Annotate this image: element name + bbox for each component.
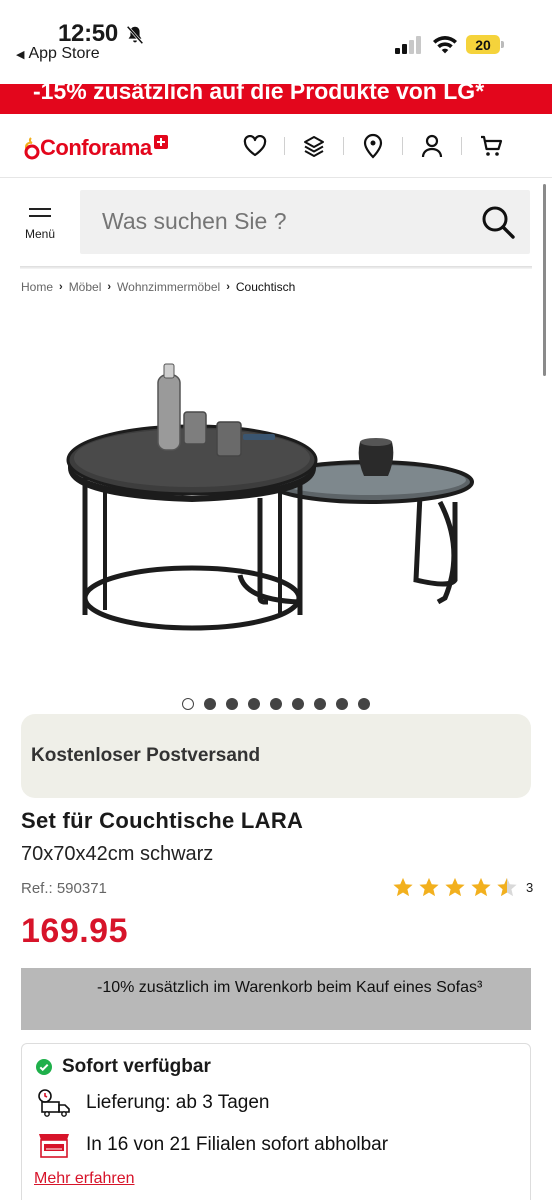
star-full-icon — [471, 877, 491, 897]
rating-count: 3 — [526, 879, 534, 895]
status-bar: 12:50 ◀ App Store 20 — [0, 0, 552, 84]
search-row: Menü — [0, 190, 552, 256]
availability-card: Sofort verfügbar Lieferung: ab 3 Tagen I… — [21, 1043, 531, 1200]
more-info-link[interactable]: Mehr erfahren — [34, 1170, 135, 1188]
logo-mark-icon — [24, 137, 40, 160]
menu-button[interactable]: Menü — [22, 208, 58, 248]
product-subtitle: 70x70x42cm schwarz — [21, 843, 214, 865]
product-ref: Ref.: 590371 — [21, 880, 107, 897]
heart-icon — [243, 135, 267, 157]
status-time: 12:50 — [58, 20, 118, 47]
user-icon — [421, 134, 443, 158]
search-box[interactable] — [80, 190, 530, 254]
logo-text: Conforama — [40, 135, 152, 160]
back-to-app-store[interactable]: ◀ App Store — [16, 45, 100, 63]
breadcrumb-moebel[interactable]: Möbel — [69, 280, 102, 294]
pickup-row: In 16 von 21 Filialen sofort abholbar — [36, 1130, 388, 1160]
promo-text: -15% zusätzlich auf die Produkte von LG* — [33, 84, 485, 104]
breadcrumb-wohnzimmermoebel[interactable]: Wohnzimmermöbel — [117, 280, 220, 294]
breadcrumb-home[interactable]: Home — [21, 280, 53, 294]
battery-level: 20 — [466, 35, 500, 54]
product-title: Set für Couchtische LARA — [21, 808, 304, 833]
conforama-logo[interactable]: Conforama — [22, 128, 168, 168]
carousel-dot[interactable] — [336, 698, 348, 710]
search-icon[interactable] — [480, 204, 516, 240]
carousel-dot[interactable] — [292, 698, 304, 710]
header-icons — [232, 132, 514, 160]
wifi-icon — [433, 36, 457, 54]
search-input[interactable] — [102, 208, 462, 235]
store-pickup-icon — [39, 1134, 69, 1158]
back-triangle-icon: ◀ — [16, 48, 25, 61]
product-image[interactable] — [60, 330, 490, 660]
pickup-text: In 16 von 21 Filialen sofort abholbar — [86, 1134, 389, 1155]
availability-title: Sofort verfügbar — [62, 1056, 211, 1077]
discount-notice: -10% zusätzlich im Warenkorb beim Kauf e… — [21, 968, 531, 1030]
location-pin-icon — [363, 133, 383, 159]
breadcrumb: Home › Möbel › Wohnzimmermöbel › Couchti… — [21, 280, 295, 294]
header-divider — [20, 266, 532, 269]
carousel-dot[interactable] — [270, 698, 282, 710]
menu-label: Menü — [24, 227, 56, 241]
chevron-right-icon: › — [226, 281, 230, 293]
availability-header: Sofort verfügbar — [36, 1056, 211, 1078]
back-app-label: App Store — [28, 45, 100, 62]
carousel-dot[interactable] — [314, 698, 326, 710]
site-header: Conforama — [0, 114, 552, 178]
product-rating[interactable]: 3 — [392, 876, 533, 898]
product-price: 169.95 — [21, 912, 128, 950]
carousel-dot[interactable] — [226, 698, 238, 710]
chevron-right-icon: › — [59, 281, 63, 293]
delivery-row: Lieferung: ab 3 Tagen — [36, 1088, 269, 1118]
cart-icon — [481, 135, 503, 156]
check-circle-icon — [36, 1059, 52, 1075]
star-full-icon — [445, 877, 465, 897]
shipping-info-box: Kostenloser Postversand — [21, 714, 531, 798]
bell-slash-icon — [126, 25, 144, 45]
battery-indicator: 20 — [466, 35, 504, 54]
scrollbar[interactable] — [543, 184, 546, 376]
discount-text: -10% zusätzlich im Warenkorb beim Kauf e… — [97, 979, 483, 996]
cart-button[interactable] — [468, 132, 514, 160]
wishlist-button[interactable] — [232, 132, 278, 160]
carousel-dot[interactable] — [204, 698, 216, 710]
star-full-icon — [419, 877, 439, 897]
carousel-dot[interactable] — [358, 698, 370, 710]
star-half-icon — [497, 877, 517, 897]
swiss-cross-icon — [153, 135, 168, 149]
carousel-dot[interactable] — [248, 698, 260, 710]
delivery-text: Lieferung: ab 3 Tagen — [86, 1092, 270, 1113]
catalog-button[interactable] — [291, 132, 337, 160]
store-locator-button[interactable] — [350, 132, 396, 160]
delivery-truck-icon — [38, 1089, 70, 1117]
cellular-signal-icon — [395, 36, 421, 54]
star-full-icon — [393, 877, 413, 897]
carousel-dot[interactable] — [182, 698, 194, 710]
chevron-right-icon: › — [107, 281, 112, 293]
shipping-text: Kostenloser Postversand — [31, 745, 261, 766]
layers-icon — [304, 136, 324, 157]
promo-banner[interactable]: -15% zusätzlich auf die Produkte von LG* — [0, 84, 552, 114]
breadcrumb-current: Couchtisch — [235, 280, 296, 294]
carousel-dots — [182, 698, 370, 710]
account-button[interactable] — [409, 132, 455, 160]
hamburger-icon — [29, 208, 51, 210]
